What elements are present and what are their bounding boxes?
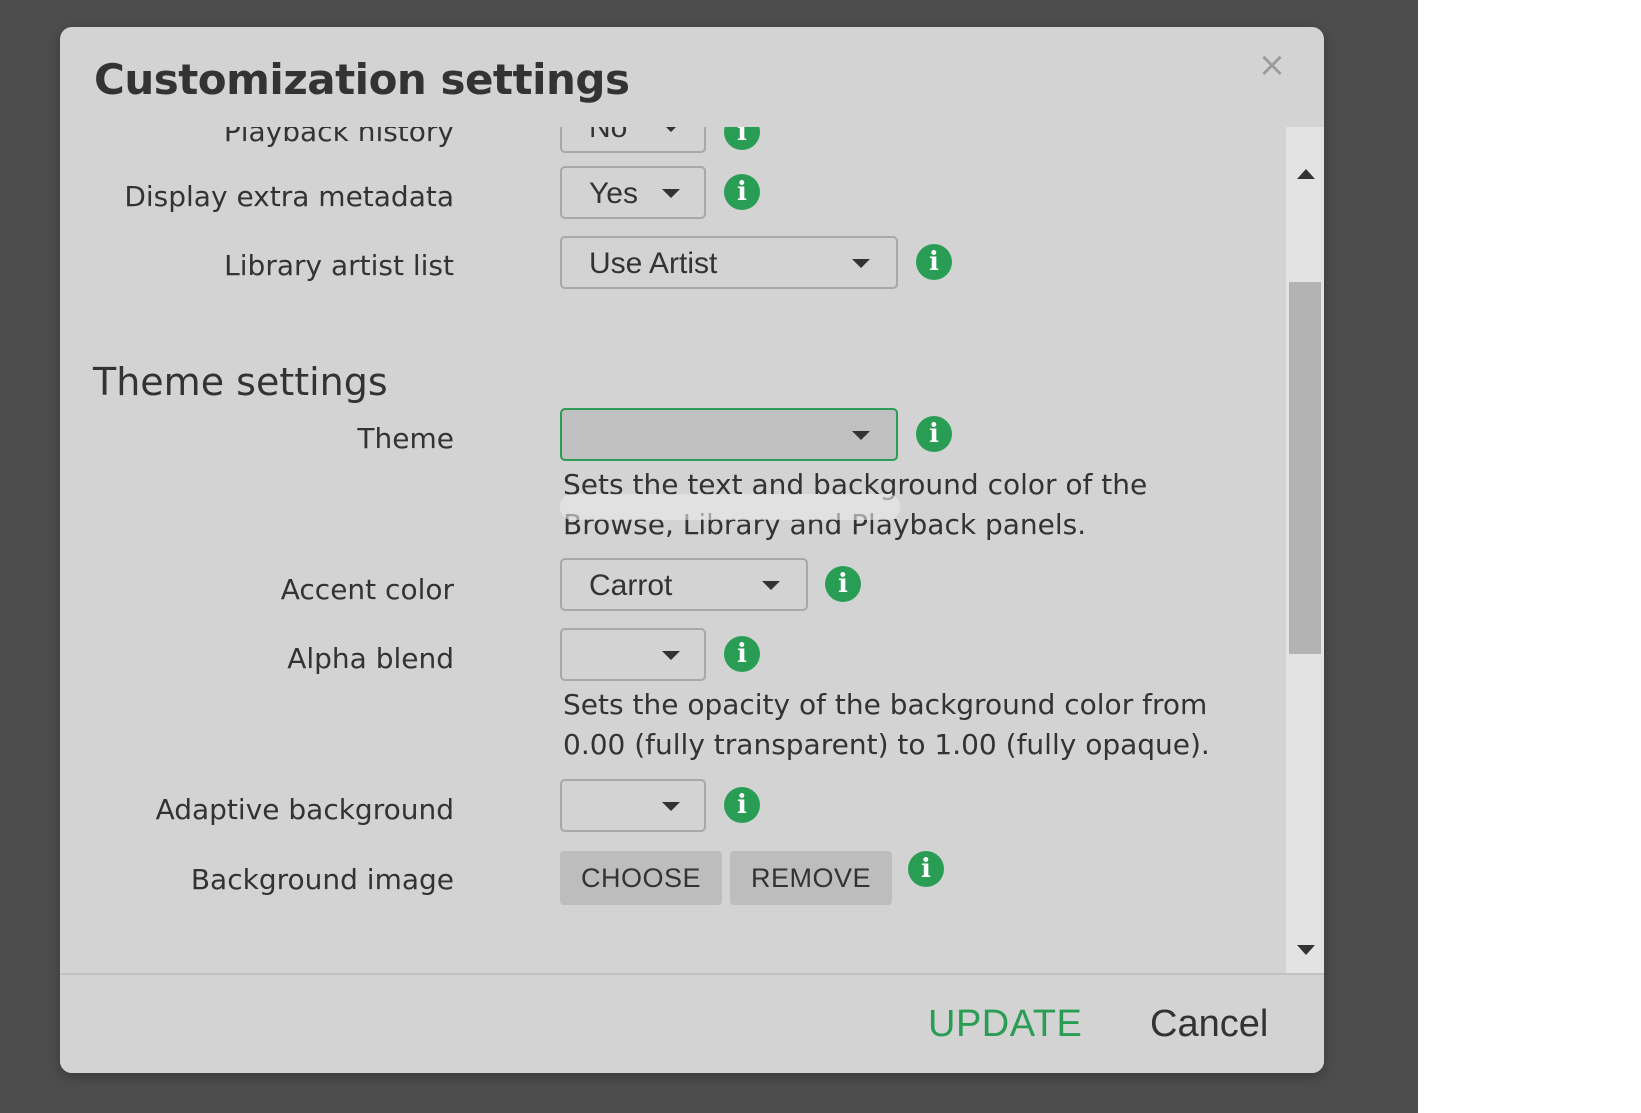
caret-down-icon [852, 259, 870, 268]
playback-history-label: Playback history [223, 127, 454, 148]
close-icon[interactable]: × [1254, 47, 1290, 83]
library-artist-list-label: Library artist list [224, 249, 454, 282]
scrollbar-thumb[interactable] [1289, 282, 1321, 654]
cancel-button[interactable]: Cancel [1150, 1003, 1268, 1046]
caret-down-icon [662, 802, 680, 811]
remove-image-button[interactable]: REMOVE [730, 851, 892, 905]
alpha-blend-select[interactable] [560, 628, 706, 681]
playback-history-value: No [589, 127, 628, 144]
adaptive-background-label: Adaptive background [155, 793, 454, 826]
dialog-title: Customization settings [94, 55, 630, 104]
display-extra-metadata-select[interactable]: Yes [560, 166, 706, 219]
display-extra-metadata-value: Yes [589, 177, 638, 210]
info-icon[interactable]: i [908, 851, 944, 887]
choose-image-button[interactable]: CHOOSE [560, 851, 722, 905]
library-artist-list-value: Use Artist [589, 247, 718, 280]
theme-dropdown-menu [560, 494, 900, 520]
background-image-label: Background image [190, 863, 454, 896]
info-icon[interactable]: i [916, 416, 952, 452]
caret-down-icon [662, 189, 680, 198]
info-icon[interactable]: i [724, 787, 760, 823]
settings-scroll-area: Playback history No i Display extra meta… [60, 127, 1286, 953]
scroll-down-arrow-icon[interactable] [1297, 945, 1315, 955]
theme-label: Theme [357, 422, 454, 455]
info-icon[interactable]: i [724, 127, 760, 150]
caret-down-icon [852, 431, 870, 440]
alpha-blend-help-text: Sets the opacity of the background color… [563, 688, 1210, 761]
theme-select[interactable] [560, 408, 898, 461]
caret-down-icon [662, 651, 680, 660]
caret-down-icon [762, 581, 780, 590]
info-icon[interactable]: i [916, 244, 952, 280]
scrollbar[interactable] [1286, 127, 1324, 973]
alpha-blend-label: Alpha blend [287, 642, 454, 675]
customization-dialog: Customization settings × Playback histor… [60, 27, 1324, 1073]
info-icon[interactable]: i [724, 174, 760, 210]
accent-color-label: Accent color [280, 573, 454, 606]
update-button[interactable]: UPDATE [928, 1003, 1082, 1046]
dialog-footer: UPDATE Cancel [60, 973, 1324, 1073]
display-extra-metadata-label: Display extra metadata [124, 180, 454, 213]
info-icon[interactable]: i [724, 636, 760, 672]
theme-settings-heading: Theme settings [93, 360, 388, 404]
adaptive-background-select[interactable] [560, 779, 706, 832]
library-artist-list-select[interactable]: Use Artist [560, 236, 898, 289]
playback-history-select[interactable]: No [560, 127, 706, 153]
info-icon[interactable]: i [825, 566, 861, 602]
scroll-up-arrow-icon[interactable] [1297, 169, 1315, 179]
accent-color-value: Carrot [589, 569, 673, 602]
caret-down-icon [662, 127, 680, 132]
accent-color-select[interactable]: Carrot [560, 558, 808, 611]
